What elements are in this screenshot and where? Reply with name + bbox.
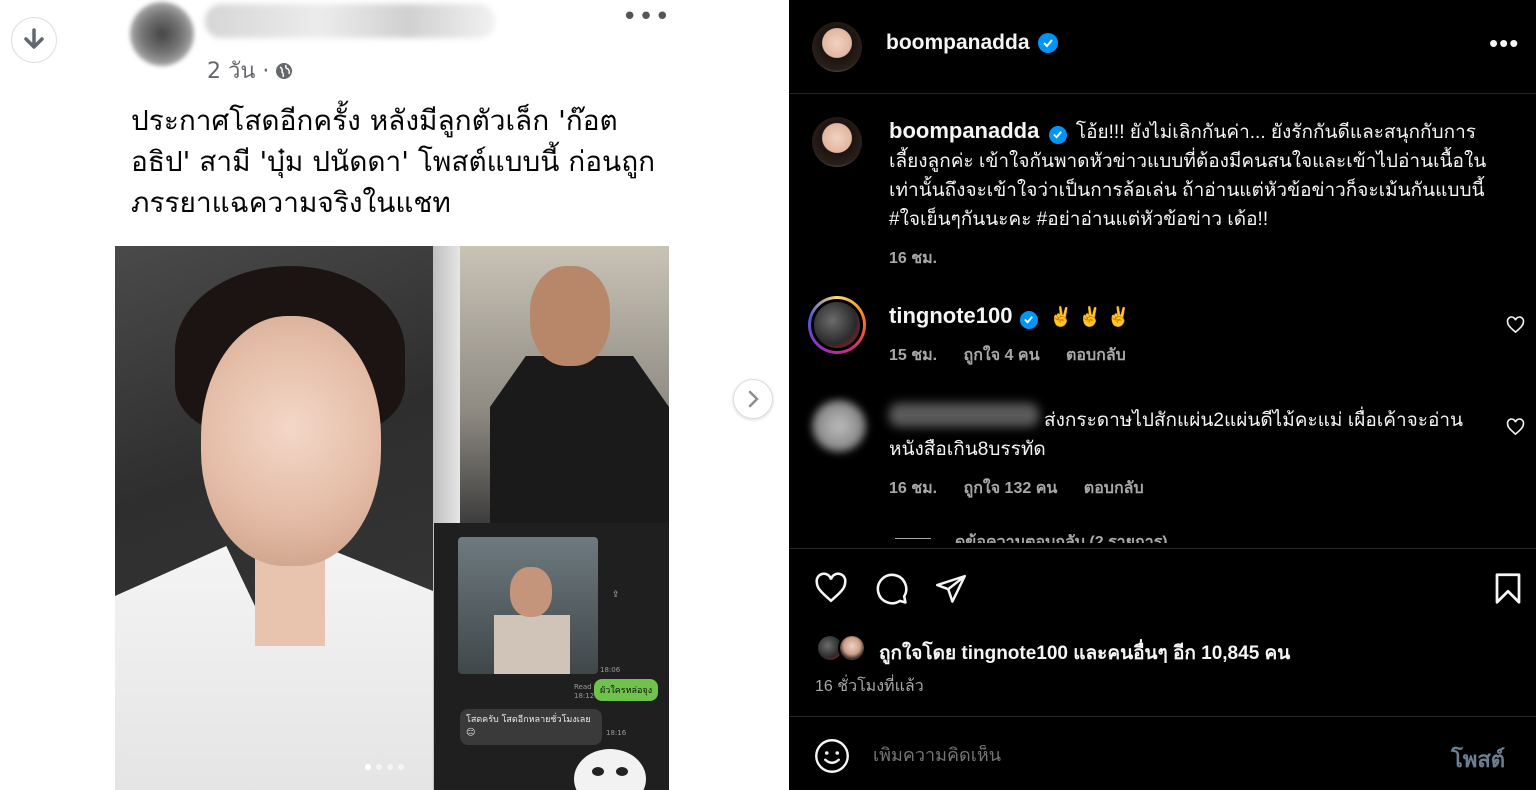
chat-time: 18:06 xyxy=(600,666,621,674)
share-icon[interactable] xyxy=(934,572,968,605)
verified-icon xyxy=(1048,125,1067,144)
like-comment-heart-icon[interactable] xyxy=(1506,316,1525,334)
chat-time: 18:16 xyxy=(606,729,627,737)
comment-time: 16 ชม. xyxy=(889,480,938,497)
share-icon: ⇪ xyxy=(612,590,620,600)
emoji-icon[interactable] xyxy=(814,738,850,774)
more-options-icon[interactable]: ••• xyxy=(1489,28,1519,59)
blurred-commenter-avatar xyxy=(812,400,866,452)
post-photo-collage[interactable]: ⇪ 18:06 Read 18:12 ผัวใครหล่อจุง โสดครับ… xyxy=(115,246,669,790)
comment-1: tingnote100 ✌️ ✌️ ✌️ 15 ชม. ถูกใจ 4 คน ต… xyxy=(889,303,1148,368)
chat-screenshot: ⇪ 18:06 Read 18:12 ผัวใครหล่อจุง โสดครับ… xyxy=(434,523,669,790)
verified-icon xyxy=(1019,310,1038,329)
post-header: boompanadda ••• xyxy=(789,0,1536,94)
reply-button[interactable]: ตอบกลับ xyxy=(1084,480,1144,497)
globe-icon xyxy=(276,62,293,79)
commenter-avatar xyxy=(811,299,863,351)
author-avatar[interactable] xyxy=(812,22,862,72)
likes-count[interactable]: ถูกใจโดย tingnote100 และคนอื่นๆ อีก 10,8… xyxy=(879,638,1290,668)
save-bookmark-icon[interactable] xyxy=(1493,572,1523,605)
liker-avatar xyxy=(838,634,866,662)
post-comment-button[interactable]: โพสต์ xyxy=(1451,742,1505,777)
next-image-button[interactable] xyxy=(733,379,773,419)
carousel-dots xyxy=(365,764,404,770)
comment-likes[interactable]: ถูกใจ 132 คน xyxy=(964,480,1058,497)
like-comment-heart-icon[interactable] xyxy=(1506,418,1525,436)
chat-photo xyxy=(458,537,598,674)
like-heart-icon[interactable] xyxy=(814,572,848,604)
blurred-name xyxy=(205,4,495,38)
chat-bubble-sent: ผัวใครหล่อจุง xyxy=(594,679,659,701)
comment-text: ส่งกระดาษไปสักแผ่น2แผ่นดีไม้คะแม่ เผื่อเ… xyxy=(889,410,1464,460)
comment-2: ส่งกระดาษไปสักแผ่น2แผ่นดีไม้คะแม่ เผื่อเ… xyxy=(889,406,1469,503)
download-button[interactable] xyxy=(11,17,57,63)
arrow-down-icon xyxy=(24,28,44,49)
woman-portrait xyxy=(115,246,433,790)
verified-icon xyxy=(1037,33,1058,53)
facebook-post-image: 2 วัน · ••• ประกาศโสดอีกครั้ง หลังมีลูกต… xyxy=(0,0,789,790)
chat-read: Read xyxy=(574,683,592,691)
username-text[interactable]: boompanadda xyxy=(886,31,1030,55)
sticker xyxy=(574,749,646,790)
post-caption: boompanadda โอ้ย!!! ยังไม่เลิกกันค่า... … xyxy=(889,116,1514,273)
chevron-right-icon xyxy=(748,390,759,408)
comment-text: ✌️ ✌️ ✌️ xyxy=(1049,307,1131,328)
post-time: 2 วัน · xyxy=(207,59,270,84)
post-text: ประกาศโสดอีกครั้ง หลังมีลูกตัวเล็ก 'ก๊อต… xyxy=(131,104,656,219)
posted-time[interactable]: 16 ชั่วโมงที่แล้ว xyxy=(815,674,924,699)
comment-username[interactable]: tingnote100 xyxy=(889,303,1012,328)
caption-time: 16 ชม. xyxy=(889,250,938,267)
post-meta: 2 วัน · xyxy=(207,53,293,88)
caption-avatar[interactable] xyxy=(812,117,862,167)
man-portrait xyxy=(460,246,669,526)
blurred-avatar xyxy=(130,2,194,66)
comment-time: 15 ชม. xyxy=(889,347,938,364)
view-replies-line xyxy=(895,538,931,539)
caption-username[interactable]: boompanadda xyxy=(889,118,1039,143)
story-ring[interactable] xyxy=(808,296,866,354)
author-username[interactable]: boompanadda xyxy=(886,31,1058,55)
reply-button[interactable]: ตอบกลับ xyxy=(1066,347,1126,364)
chat-time: 18:12 xyxy=(574,692,595,700)
comment-icon[interactable] xyxy=(874,572,910,606)
comment-likes[interactable]: ถูกใจ 4 คน xyxy=(964,347,1040,364)
add-comment-input[interactable] xyxy=(873,745,1413,766)
more-options-icon[interactable]: ••• xyxy=(622,2,671,32)
view-replies-button[interactable]: ดูข้อความตอบกลับ (2 รายการ) xyxy=(955,530,1168,543)
chat-bubble-received: โสดครับ โสดอีกหลายชั่วโมงเลย 😑 xyxy=(460,709,602,745)
instagram-post-panel: boompanadda ••• boompanadda โอ้ย!!! ยังไ… xyxy=(789,0,1536,790)
